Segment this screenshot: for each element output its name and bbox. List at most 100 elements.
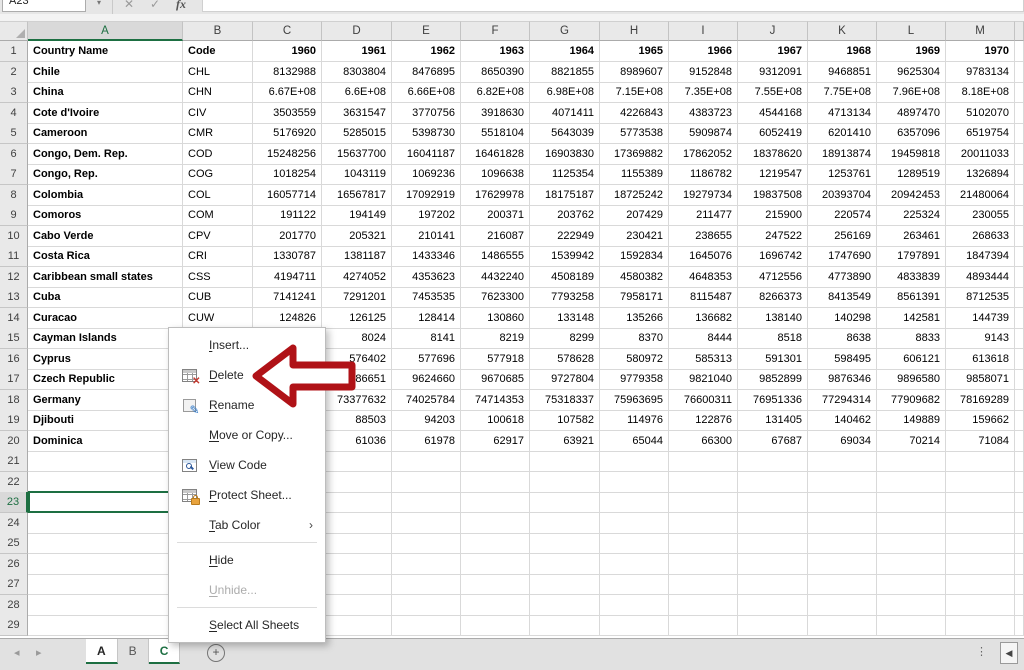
cell[interactable]: 9876346 [808, 369, 877, 390]
cell[interactable]: 8.18E+08 [946, 82, 1015, 103]
row-header-21[interactable]: 21 [0, 451, 28, 472]
cell[interactable] [392, 533, 461, 554]
cell[interactable]: 135266 [600, 308, 669, 329]
cell[interactable] [530, 513, 600, 534]
cell[interactable] [461, 472, 530, 493]
cell[interactable] [28, 615, 183, 636]
cell[interactable]: Costa Rica [28, 246, 183, 267]
cell[interactable]: 580972 [600, 349, 669, 370]
formula-input[interactable] [202, 0, 1024, 12]
column-header-h[interactable]: H [600, 21, 669, 41]
column-header-l[interactable]: L [877, 21, 946, 41]
cell[interactable]: 3503559 [253, 103, 322, 124]
cell[interactable] [461, 451, 530, 472]
cell[interactable] [1015, 369, 1024, 390]
cell[interactable]: 7141241 [253, 287, 322, 308]
cell[interactable]: 9625304 [877, 62, 946, 83]
cell[interactable] [600, 574, 669, 595]
cell[interactable]: 5643039 [530, 123, 600, 144]
cell[interactable]: 207429 [600, 205, 669, 226]
cell[interactable]: 8833 [877, 328, 946, 349]
cell[interactable]: 62917 [461, 431, 530, 452]
cell[interactable] [946, 513, 1015, 534]
cell[interactable]: 5176920 [253, 123, 322, 144]
cell[interactable]: 1330787 [253, 246, 322, 267]
cell[interactable]: COD [183, 144, 253, 165]
cell[interactable]: 4893444 [946, 267, 1015, 288]
cell[interactable] [392, 574, 461, 595]
cell[interactable]: 149889 [877, 410, 946, 431]
cell[interactable] [808, 472, 877, 493]
column-header-m[interactable]: M [946, 21, 1015, 41]
cell[interactable] [1015, 308, 1024, 329]
row-header-10[interactable]: 10 [0, 226, 28, 247]
cell[interactable]: 613618 [946, 349, 1015, 370]
cell[interactable]: 578628 [530, 349, 600, 370]
cancel-icon[interactable]: ✕ [124, 0, 134, 11]
cell[interactable] [322, 451, 392, 472]
menu-item-view-code[interactable]: View Code [169, 450, 325, 480]
cell[interactable] [946, 554, 1015, 575]
cell[interactable]: Comoros [28, 205, 183, 226]
cell[interactable] [1015, 185, 1024, 206]
cell[interactable]: 18725242 [600, 185, 669, 206]
cell[interactable]: 8638 [808, 328, 877, 349]
cell[interactable]: 216087 [461, 226, 530, 247]
cell[interactable]: Curacao [28, 308, 183, 329]
cell[interactable] [28, 574, 183, 595]
cell[interactable]: 1797891 [877, 246, 946, 267]
cell[interactable] [392, 513, 461, 534]
cell[interactable]: 1381187 [322, 246, 392, 267]
cell[interactable] [1015, 513, 1024, 534]
cell[interactable]: 1969 [877, 41, 946, 62]
cell[interactable]: 1018254 [253, 164, 322, 185]
cell[interactable]: 65044 [600, 431, 669, 452]
cell[interactable]: Congo, Rep. [28, 164, 183, 185]
cell[interactable] [738, 513, 808, 534]
cell[interactable] [28, 472, 183, 493]
cell[interactable] [28, 513, 183, 534]
row-header-25[interactable]: 25 [0, 533, 28, 554]
column-header-k[interactable]: K [808, 21, 877, 41]
cell[interactable] [738, 533, 808, 554]
cell[interactable]: 5102070 [946, 103, 1015, 124]
cell[interactable]: COG [183, 164, 253, 185]
cell[interactable]: 9783134 [946, 62, 1015, 83]
hscroll-left-icon[interactable]: ◀ [1000, 642, 1018, 664]
cell[interactable]: CMR [183, 123, 253, 144]
cell[interactable] [669, 615, 738, 636]
cell[interactable] [1015, 349, 1024, 370]
column-header-g[interactable]: G [530, 21, 600, 41]
cell[interactable] [600, 615, 669, 636]
cell[interactable]: 19279734 [669, 185, 738, 206]
cell[interactable] [808, 451, 877, 472]
cell[interactable] [1015, 62, 1024, 83]
cell[interactable]: 114976 [600, 410, 669, 431]
cell[interactable]: 1962 [392, 41, 461, 62]
enter-icon[interactable]: ✓ [150, 0, 160, 11]
cell[interactable]: 1486555 [461, 246, 530, 267]
cell[interactable]: 194149 [322, 205, 392, 226]
cell[interactable]: 3770756 [392, 103, 461, 124]
cell[interactable]: 205321 [322, 226, 392, 247]
menu-item-move-or-copy[interactable]: Move or Copy... [169, 420, 325, 450]
cell[interactable]: 69034 [808, 431, 877, 452]
cell[interactable]: CIV [183, 103, 253, 124]
cell[interactable] [600, 554, 669, 575]
cell[interactable]: 136682 [669, 308, 738, 329]
cell[interactable] [877, 615, 946, 636]
cell[interactable]: 19837508 [738, 185, 808, 206]
cell[interactable]: 4773890 [808, 267, 877, 288]
cell[interactable]: Chile [28, 62, 183, 83]
cell[interactable]: 140298 [808, 308, 877, 329]
cell[interactable]: 5285015 [322, 123, 392, 144]
cell[interactable]: 222949 [530, 226, 600, 247]
new-sheet-button[interactable]: + [207, 644, 225, 662]
cell[interactable]: 1967 [738, 41, 808, 62]
row-header-27[interactable]: 27 [0, 574, 28, 595]
cell[interactable] [530, 615, 600, 636]
cell[interactable]: 8266373 [738, 287, 808, 308]
cell[interactable]: 76600311 [669, 390, 738, 411]
cell[interactable]: 144739 [946, 308, 1015, 329]
name-box-dropdown-icon[interactable]: ▾ [97, 0, 101, 7]
